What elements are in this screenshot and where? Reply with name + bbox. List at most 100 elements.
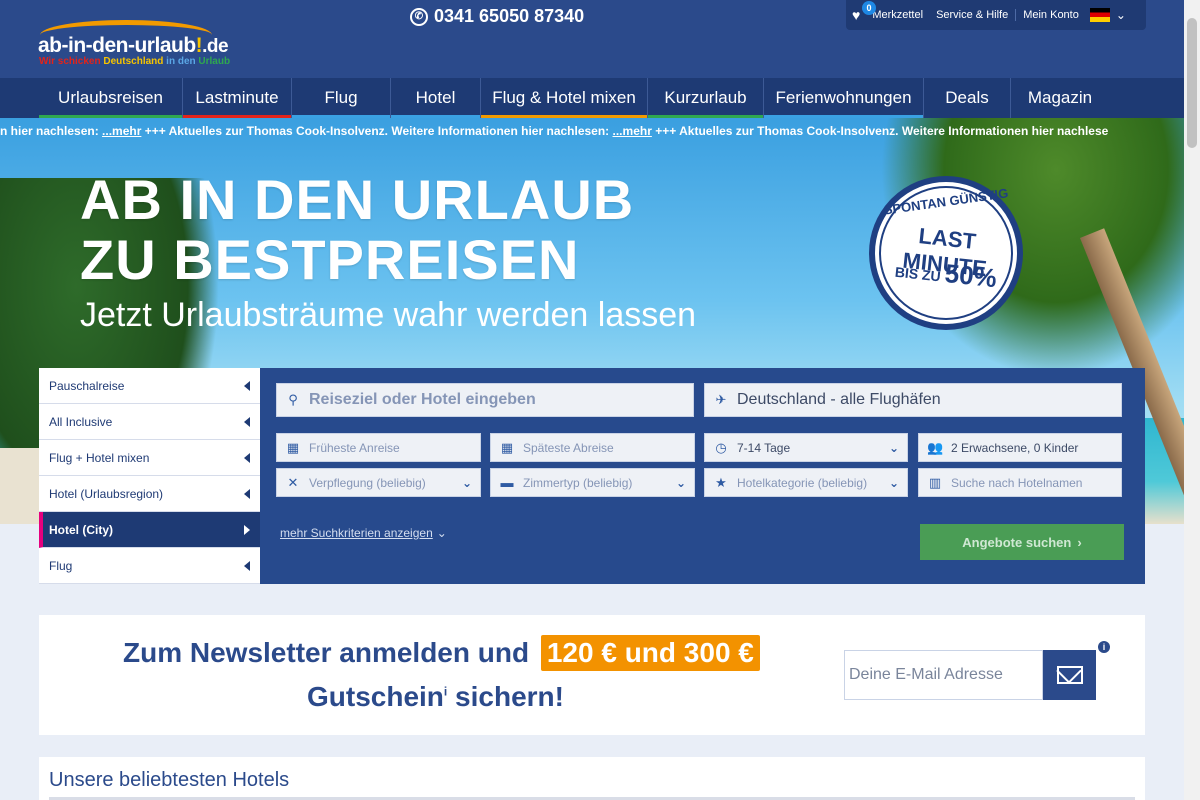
- nav-item-flug[interactable]: Flug: [292, 78, 391, 118]
- board-value: Verpflegung (beliebig): [309, 475, 426, 490]
- triangle-left-icon: [244, 416, 250, 427]
- hero-line-2: ZU BESTPREISEN: [80, 228, 580, 291]
- search-type-hotel-urlaubsregion[interactable]: Hotel (Urlaubsregion): [39, 476, 260, 512]
- hotel-name-input[interactable]: ▥ Suche nach Hotelnamen: [918, 468, 1122, 497]
- nav-item-ferienwohnungen[interactable]: Ferienwohnungen: [764, 78, 924, 118]
- destination-placeholder: Reiseziel oder Hotel eingeben: [309, 391, 536, 408]
- search-type-all-inclusive[interactable]: All Inclusive: [39, 404, 260, 440]
- earliest-arrival-input[interactable]: ▦ Früheste Anreise: [276, 433, 481, 462]
- search-type-menu: Pauschalreise All Inclusive Flug + Hotel m…: [39, 368, 260, 584]
- search-panel: ⚲ Reiseziel oder Hotel eingeben ✈ Deutsc…: [260, 368, 1145, 584]
- travellers-value: 2 Erwachsene, 0 Kinder: [951, 440, 1079, 455]
- german-flag-icon[interactable]: [1089, 8, 1110, 22]
- airport-value: Deutschland - alle Flughäfen: [737, 391, 941, 408]
- search-type-label: All Inclusive: [49, 414, 113, 429]
- newsletter-submit-button[interactable]: [1043, 650, 1096, 700]
- duration-select[interactable]: ◷ 7-14 Tage ⌄: [704, 433, 908, 462]
- watchlist-link[interactable]: ♥ 0 Merkzettel: [846, 1, 929, 23]
- logo-tag-3: in den: [163, 56, 199, 67]
- logo[interactable]: ab-in-den-urlaub!.de Wir schicken Deutsc…: [38, 18, 268, 68]
- ticker-more-link[interactable]: ...mehr: [102, 124, 141, 138]
- logo-tag-4: Urlaub: [198, 56, 231, 67]
- service-link[interactable]: Service & Hilfe: [929, 9, 1015, 21]
- newsletter-title-part1: Zum Newsletter anmelden und: [123, 637, 530, 668]
- bed-icon: ▬: [500, 475, 514, 490]
- phone-label: 0341 65050 87340: [434, 6, 585, 26]
- logo-tagline: Wir schicken Deutschland in den Urlaub: [39, 56, 230, 67]
- nav-item-deals[interactable]: Deals: [924, 78, 1011, 118]
- clock-icon: ◷: [715, 439, 727, 455]
- hero-subline: Jetzt Urlaubsträume wahr werden lassen: [80, 296, 697, 334]
- newsletter-box: Zum Newsletter anmelden und 120 € und 30…: [39, 615, 1145, 735]
- search-type-flug[interactable]: Flug: [39, 548, 260, 584]
- ticker-text: +++ Aktuelles zur Thomas Cook-Insolvenz.…: [141, 124, 613, 138]
- hero-headline: AB IN DEN URLAUB ZU BESTPREISEN: [80, 170, 634, 290]
- newsletter-voucher-highlight: 120 € und 300 €: [540, 635, 760, 671]
- category-value: Hotelkategorie (beliebig): [737, 475, 868, 490]
- logo-tag-1: Wir schicken: [39, 56, 104, 67]
- room-value: Zimmertyp (beliebig): [523, 475, 633, 490]
- triangle-left-icon: [244, 380, 250, 391]
- header: ab-in-den-urlaub!.de Wir schicken Deutsc…: [0, 0, 1184, 78]
- search-type-label: Flug + Hotel mixen: [49, 450, 150, 465]
- heart-icon: ♥: [852, 7, 861, 23]
- search-type-pauschalreise[interactable]: Pauschalreise: [39, 368, 260, 404]
- chevron-down-icon: ⌄: [675, 475, 686, 490]
- nav-item-flug-hotel-mixen[interactable]: Flug & Hotel mixen: [481, 78, 648, 118]
- chevron-down-icon: ⌄: [436, 526, 447, 540]
- logo-de: .de: [202, 36, 229, 57]
- ticker-lead: n hier nachlesen:: [0, 124, 103, 138]
- people-icon: 👥: [927, 439, 944, 455]
- cutlery-icon: ✕: [287, 474, 299, 490]
- search-type-flug-hotel-mixen[interactable]: Flug + Hotel mixen: [39, 440, 260, 476]
- search-submit-button[interactable]: Angebote suchen ›: [920, 524, 1124, 560]
- newsletter-title: Zum Newsletter anmelden und 120 € und 30…: [123, 635, 760, 671]
- ticker-more-link-2[interactable]: ...mehr: [613, 124, 652, 138]
- triangle-left-icon: [244, 488, 250, 499]
- chevron-down-icon: ⌄: [461, 475, 472, 490]
- last-minute-stamp[interactable]: SPONTAN GÜNSTIG LAST MINUTE BIS ZU 50%: [869, 176, 1023, 330]
- popular-hotels-section: Unsere beliebtesten Hotels: [39, 757, 1145, 800]
- latest-departure-input[interactable]: ▦ Späteste Abreise: [490, 433, 695, 462]
- page-scrollbar[interactable]: [1184, 0, 1200, 800]
- hotel-category-select[interactable]: ★ Hotelkategorie (beliebig) ⌄: [704, 468, 908, 497]
- nav-item-lastminute[interactable]: Lastminute: [183, 78, 292, 118]
- latest-placeholder: Späteste Abreise: [523, 440, 614, 455]
- search-type-label: Pauschalreise: [49, 378, 125, 393]
- travellers-select[interactable]: 👥 2 Erwachsene, 0 Kinder: [918, 433, 1122, 462]
- hero-line-1: AB IN DEN URLAUB: [80, 168, 635, 231]
- info-icon[interactable]: i: [1098, 641, 1110, 653]
- newsletter-title-line2: Gutscheini sichern!: [307, 681, 564, 713]
- location-pin-icon: ⚲: [288, 392, 298, 407]
- logo-main: ab-in-den-urlaub: [38, 34, 196, 57]
- star-icon: ★: [715, 474, 727, 490]
- triangle-left-icon: [244, 560, 250, 571]
- newsletter-title-part3: sichern!: [447, 681, 564, 712]
- destination-input[interactable]: ⚲ Reiseziel oder Hotel eingeben: [276, 383, 694, 417]
- main-navigation: Urlaubsreisen Lastminute Flug Hotel Flug & H…: [0, 78, 1184, 118]
- phone-icon: ✆: [410, 7, 428, 26]
- triangle-right-icon: [244, 524, 250, 535]
- hotel-name-placeholder: Suche nach Hotelnamen: [951, 475, 1083, 490]
- nav-item-kurzurlaub[interactable]: Kurzurlaub: [648, 78, 764, 118]
- calendar-icon: ▦: [500, 439, 514, 455]
- room-type-select[interactable]: ▬ Zimmertyp (beliebig) ⌄: [490, 468, 695, 497]
- newsletter-email-input[interactable]: Deine E-Mail Adresse: [844, 650, 1043, 700]
- search-type-label: Hotel (Urlaubsregion): [49, 486, 164, 501]
- search-type-hotel-city[interactable]: Hotel (City): [39, 512, 260, 548]
- more-criteria-link[interactable]: mehr Suchkriterien anzeigen ⌄: [280, 526, 447, 540]
- board-select[interactable]: ✕ Verpflegung (beliebig) ⌄: [276, 468, 481, 497]
- phone-number[interactable]: ✆ 0341 65050 87340: [410, 6, 584, 27]
- chevron-down-icon[interactable]: ⌄: [1116, 8, 1126, 22]
- account-link[interactable]: Mein Konto: [1015, 9, 1086, 21]
- nav-item-magazin[interactable]: Magazin: [1011, 78, 1109, 118]
- nav-item-urlaubsreisen[interactable]: Urlaubsreisen: [39, 78, 183, 118]
- nav-item-hotel[interactable]: Hotel: [391, 78, 481, 118]
- search-submit-label: Angebote suchen: [962, 534, 1072, 550]
- airport-select[interactable]: ✈ Deutschland - alle Flughäfen: [704, 383, 1122, 417]
- chevron-down-icon: ⌄: [888, 440, 899, 455]
- watchlist-label: Merkzettel: [872, 9, 924, 21]
- earliest-placeholder: Früheste Anreise: [309, 440, 400, 455]
- calendar-icon: ▦: [286, 439, 300, 455]
- scrollbar-thumb[interactable]: [1187, 18, 1197, 148]
